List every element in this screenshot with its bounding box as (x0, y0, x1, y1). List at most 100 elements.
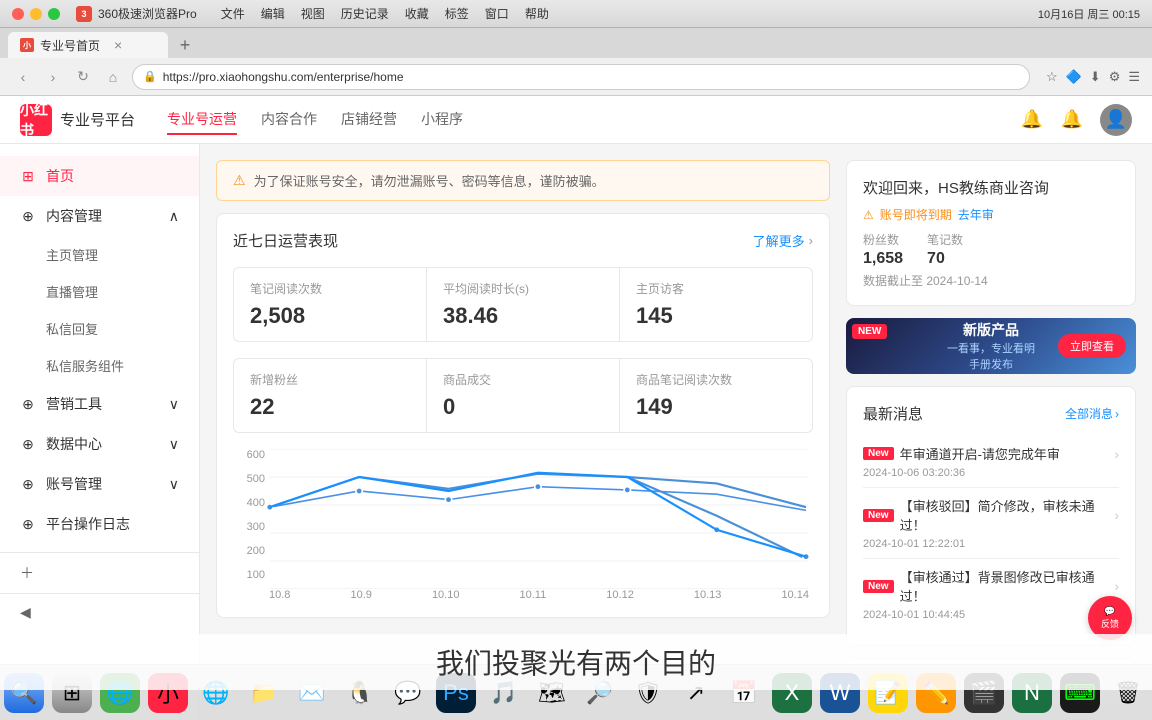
chevron-up-icon: ∧ (169, 208, 179, 225)
news-arrow-2: › (1114, 507, 1119, 523)
close-button[interactable] (12, 8, 24, 20)
menu-help[interactable]: 帮助 (525, 5, 549, 22)
sidebar-collapse-button[interactable]: ◀ (0, 593, 199, 631)
menu-view[interactable]: 视图 (301, 5, 325, 22)
all-news-label[interactable]: 全部消息 (1065, 405, 1113, 422)
app-title-area: 3 360极速浏览器Pro (76, 5, 197, 22)
system-time: 10月16日 周三 00:15 (1038, 6, 1140, 22)
tab-close-button[interactable]: × (114, 37, 122, 53)
menu-tabs[interactable]: 标签 (445, 5, 469, 22)
user-avatar[interactable]: 👤 (1100, 104, 1132, 136)
sidebar-item-platform-log[interactable]: ⊕ 平台操作日志 (0, 504, 199, 544)
message-icon[interactable]: 🔔 (1060, 108, 1084, 132)
more-link-text[interactable]: 了解更多 (753, 231, 805, 250)
nav-item-store[interactable]: 店铺经营 (341, 105, 397, 135)
news-header: 最新消息 全部消息 › (863, 403, 1119, 424)
menu-icon[interactable]: ☰ (1128, 69, 1140, 85)
subtitle-text: 我们投聚光有两个目的 (0, 634, 1152, 690)
address-bar[interactable]: 🔒 https://pro.xiaohongshu.com/enterprise… (132, 64, 1030, 90)
x-label-5: 10.12 (606, 589, 634, 601)
settings-icon[interactable]: ⚙ (1109, 69, 1121, 85)
news-item-3[interactable]: New 【审核通过】背景图修改已审核通过！ › 2024-10-01 10:44… (863, 559, 1119, 629)
news-item-2[interactable]: New 【审核驳回】简介修改，审核未通过！ › 2024-10-01 12:22… (863, 488, 1119, 559)
titlebar: 3 360极速浏览器Pro 文件 编辑 视图 历史记录 收藏 标签 窗口 帮助 … (0, 0, 1152, 28)
header-nav: 专业号运营 内容合作 店铺经营 小程序 (167, 105, 463, 135)
news-item-1-header: New 年审通道开启-请您完成年审 › (863, 444, 1119, 463)
stats-title: 近七日运营表现 (233, 230, 338, 251)
news-arrow-1: › (1114, 446, 1119, 462)
notification-bell-icon[interactable]: 🔔 (1020, 108, 1044, 132)
nav-item-content[interactable]: 内容合作 (261, 105, 317, 135)
bookmark-icon[interactable]: ☆ (1046, 69, 1058, 85)
notes-label: 笔记数 (927, 231, 963, 248)
main-column: ⚠ 为了保证账号安全，请勿泄漏账号、密码等信息，谨防被骗。 近七日运营表现 了解… (216, 160, 830, 704)
y-label-500: 500 (233, 473, 265, 485)
browser-chrome: ‹ › ↻ ⌂ 🔒 https://pro.xiaohongshu.com/en… (0, 58, 1152, 96)
menu-window[interactable]: 窗口 (485, 5, 509, 22)
sidebar-dm-label: 私信回复 (46, 319, 98, 338)
tab-title: 专业号首页 (40, 37, 100, 54)
renew-link[interactable]: 去年审 (958, 206, 994, 223)
menu-bookmarks[interactable]: 收藏 (405, 5, 429, 22)
menu-file[interactable]: 文件 (221, 5, 245, 22)
maximize-button[interactable] (48, 8, 60, 20)
forward-button[interactable]: › (42, 66, 64, 88)
new-tab-button[interactable]: + (172, 32, 198, 58)
nav-item-operations[interactable]: 专业号运营 (167, 105, 237, 135)
sidebar-section-marketing[interactable]: ⊕ 营销工具 ∨ (0, 384, 199, 424)
alert-text: 为了保证账号安全，请勿泄漏账号、密码等信息，谨防被骗。 (254, 171, 605, 190)
news-item-2-header: New 【审核驳回】简介修改，审核未通过！ › (863, 496, 1119, 534)
sidebar-add-button[interactable]: ＋ (0, 552, 199, 593)
fans-label: 粉丝数 (863, 231, 903, 248)
sidebar-subitem-dm-service[interactable]: 私信服务组件 (0, 347, 199, 384)
sidebar-section-data[interactable]: ⊕ 数据中心 ∨ (0, 424, 199, 464)
news-all-link[interactable]: 全部消息 › (1065, 405, 1119, 422)
menu-history[interactable]: 历史记录 (341, 5, 389, 22)
stats-more-link[interactable]: 了解更多 › (753, 231, 813, 250)
minimize-button[interactable] (30, 8, 42, 20)
sidebar-item-home[interactable]: ⊞ 首页 (0, 156, 199, 196)
sidebar-subitem-dm[interactable]: 私信回复 (0, 310, 199, 347)
stats-header: 近七日运营表现 了解更多 › (233, 230, 813, 251)
active-tab[interactable]: 小 专业号首页 × (8, 32, 168, 58)
sidebar-data-label: 数据中心 (46, 434, 102, 454)
x-label-7: 10.14 (781, 589, 809, 601)
sidebar-subitem-live[interactable]: 直播管理 (0, 273, 199, 310)
header-right: 🔔 🔔 👤 (1020, 104, 1132, 136)
y-label-600: 600 (233, 449, 265, 461)
new-followers-label: 新增粉丝 (250, 371, 410, 388)
fans-value: 1,658 (863, 250, 903, 268)
stats-grid-top: 笔记阅读次数 2,508 平均阅读时长(s) 38.46 主页访客 145 (233, 267, 813, 342)
avg-read-time-label: 平均阅读时长(s) (443, 280, 603, 297)
sidebar-section-account[interactable]: ⊕ 账号管理 ∨ (0, 464, 199, 504)
menu-edit[interactable]: 编辑 (261, 5, 285, 22)
chevron-down-icon-data: ∨ (169, 436, 179, 453)
welcome-title: 欢迎回来，HS教练商业咨询 (863, 177, 1119, 198)
stat-product-note-reads: 商品笔记阅读次数 149 (620, 359, 812, 432)
product-banner[interactable]: NEW 新版产品 一看事，专业看明 手册发布 立即查看 (846, 318, 1136, 374)
refresh-button[interactable]: ↻ (72, 66, 94, 88)
news-item-2-date: 2024-10-01 12:22:01 (863, 538, 1119, 550)
download-icon[interactable]: ⬇ (1090, 69, 1101, 85)
home-button[interactable]: ⌂ (102, 66, 124, 88)
tab-favicon: 小 (20, 38, 34, 52)
banner-cta-button[interactable]: 立即查看 (1058, 334, 1126, 358)
warning-icon: ⚠ (233, 172, 246, 189)
news-item-1[interactable]: New 年审通道开启-请您完成年审 › 2024-10-06 03:20:36 (863, 436, 1119, 488)
back-button[interactable]: ‹ (12, 66, 34, 88)
new-followers-value: 22 (250, 394, 410, 420)
security-icon: 🔒 (143, 70, 157, 83)
content-icon: ⊕ (20, 208, 36, 224)
extension-icon[interactable]: 🔷 (1066, 69, 1082, 85)
app-icon: 3 (76, 6, 92, 22)
stat-note-reads: 笔记阅读次数 2,508 (234, 268, 426, 341)
note-reads-value: 2,508 (250, 303, 410, 329)
sidebar-homepage-label: 主页管理 (46, 245, 98, 264)
sidebar-subitem-homepage[interactable]: 主页管理 (0, 236, 199, 273)
sidebar-section-content[interactable]: ⊕ 内容管理 ∧ (0, 196, 199, 236)
security-alert: ⚠ 为了保证账号安全，请勿泄漏账号、密码等信息，谨防被骗。 (216, 160, 830, 201)
home-icon: ⊞ (20, 168, 36, 184)
chart-y-axis: 600 500 400 300 200 100 (233, 449, 265, 601)
notes-value: 70 (927, 250, 963, 268)
nav-item-miniapp[interactable]: 小程序 (421, 105, 463, 135)
